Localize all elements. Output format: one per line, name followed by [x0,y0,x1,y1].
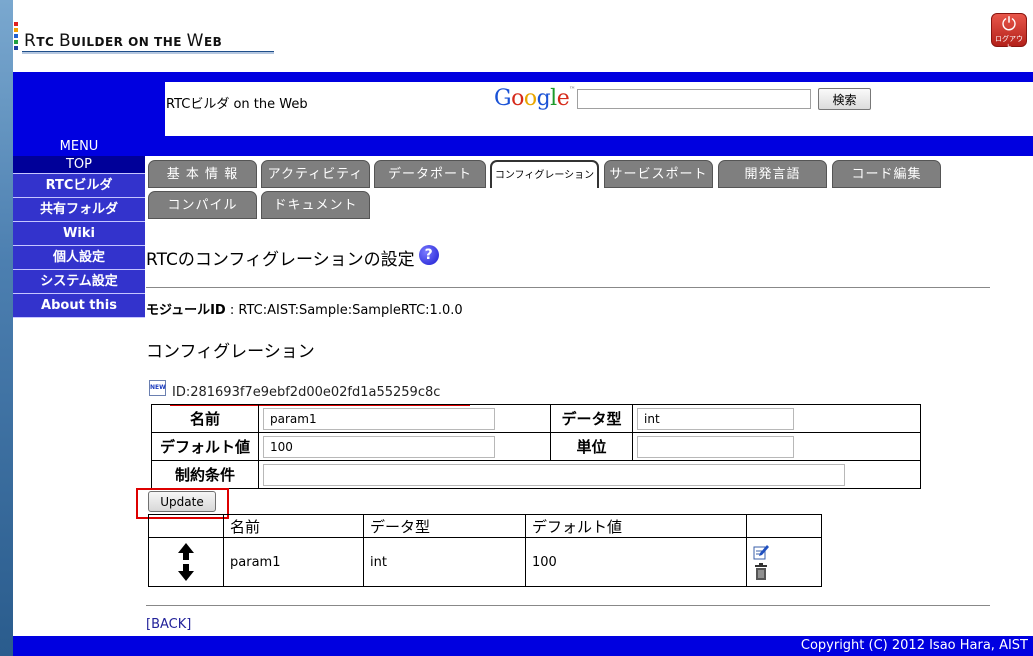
unit-label: 単位 [550,432,633,461]
tab-activity[interactable]: アクティビティ [261,160,370,188]
default-input[interactable] [263,435,495,458]
search-button[interactable]: 検索 [818,88,871,110]
back-link[interactable]: [BACK] [146,617,191,632]
type-label: データ型 [550,404,633,433]
side-menu: TOP RTCビルダ 共有フォルダ Wiki 個人設定 システム設定 About… [13,156,145,318]
table-row: param1 int 100 [148,537,822,587]
tab-dataport[interactable]: データポート [374,160,486,188]
constraint-label: 制約条件 [151,460,259,489]
name-input[interactable] [263,407,495,430]
divider [146,287,990,288]
row-type: int [363,537,526,587]
logo-underline [22,51,274,54]
config-id-link[interactable]: ID:281693f7e9ebf2d00e02fd1a55259c8c [172,385,440,400]
sidebar-item-wiki[interactable]: Wiki [13,222,145,246]
edit-icon[interactable] [753,544,769,560]
logout-button[interactable]: ⏻ ログアウト [991,13,1027,51]
sidebar-item-rtc-builder[interactable]: RTCビルダ [13,174,145,198]
module-id-line: モジュールID : RTC:AIST:Sample:SampleRTC:1.0.… [146,299,463,318]
list-header-name: 名前 [223,514,364,538]
site-title: RTCビルダ on the Web [166,97,308,112]
config-list-table: 名前 データ型 デフォルト値 param1 int 100 [148,514,822,587]
header-band-left [13,82,165,136]
tab-serviceport[interactable]: サービスポート [604,160,713,188]
search-input[interactable] [577,89,811,109]
tab-configuration[interactable]: コンフィグレーション [490,160,599,188]
constraint-input[interactable] [263,463,845,486]
header-band-top [13,72,1033,82]
header-band-bottom [13,136,1033,156]
list-header-actions [746,514,822,538]
power-icon: ⏻ [1001,14,1017,35]
tab-document[interactable]: ドキュメント [261,191,370,219]
sidebar-item-top[interactable]: TOP [13,156,145,174]
list-header-default: デフォルト値 [525,514,747,538]
move-up-down-icon[interactable] [178,543,194,581]
module-id-value: : RTC:AIST:Sample:SampleRTC:1.0.0 [229,303,463,318]
sidebar-item-personal-settings[interactable]: 個人設定 [13,246,145,270]
row-name: param1 [223,537,364,587]
list-header-order [148,514,224,538]
new-icon[interactable]: NEW [149,380,166,396]
sidebar-item-shared-folder[interactable]: 共有フォルダ [13,198,145,222]
type-input[interactable] [637,407,794,430]
tab-code-edit[interactable]: コード編集 [832,160,941,188]
help-icon[interactable]: ? [418,245,439,265]
google-logo: Google™ [494,86,575,111]
page-title: RTCのコンフィグレーションの設定? [146,245,439,270]
logo-color-bars [14,22,18,52]
sidebar-item-system-settings[interactable]: システム設定 [13,270,145,294]
footer-bar: Copyright (C) 2012 Isao Hara, AIST [13,636,1033,656]
module-id-label: モジュールID [146,303,226,318]
bottom-divider [146,605,990,606]
config-form: 名前 データ型 デフォルト値 単位 制約条件 [151,404,921,489]
default-label: デフォルト値 [151,432,259,461]
name-label: 名前 [151,404,259,433]
section-title: コンフィグレーション [146,342,315,362]
unit-input[interactable] [637,435,794,458]
row-default: 100 [525,537,747,587]
sidebar-item-about[interactable]: About this [13,294,145,318]
list-header-type: データ型 [363,514,526,538]
copyright: Copyright (C) 2012 Isao Hara, AIST [800,638,1028,653]
tab-basic-info[interactable]: 基 本 情 報 [148,160,257,188]
menu-label: MENU [59,139,99,154]
logout-label: ログアウト [995,35,1023,51]
logo-text: RTC BUILDER ON THE WEB [24,31,223,51]
tab-language[interactable]: 開発言語 [718,160,827,188]
tab-compile[interactable]: コンパイル [148,191,257,219]
window-left-edge [0,0,13,656]
delete-icon[interactable] [753,563,769,580]
